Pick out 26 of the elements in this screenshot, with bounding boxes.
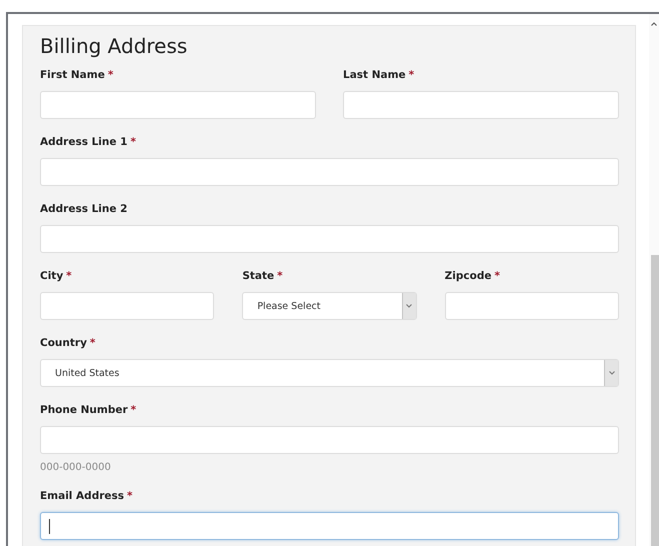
- field-label: Zipcode *: [444, 270, 501, 284]
- scrollbar[interactable]: [649, 14, 659, 546]
- field-hint: 000-000-0000: [40, 462, 112, 473]
- caret-icon: [608, 371, 614, 375]
- field-label: Phone Number *: [40, 404, 138, 418]
- field-label: City *: [40, 270, 73, 284]
- input-field[interactable]: [40, 512, 619, 540]
- field-label: First Name *: [40, 69, 114, 83]
- field-label: Email Address *: [40, 490, 134, 504]
- input-field[interactable]: [444, 292, 619, 320]
- select-field[interactable]: Please Select: [242, 292, 417, 320]
- field-label: Address Line 2: [40, 203, 128, 217]
- input-field[interactable]: [40, 225, 619, 253]
- field-label: State *: [242, 270, 284, 284]
- field-label: Address Line 1 *: [40, 136, 137, 150]
- input-field[interactable]: [40, 91, 316, 119]
- input-field[interactable]: [343, 91, 619, 119]
- form-title: Billing Address: [40, 34, 188, 58]
- input-field[interactable]: [40, 426, 619, 454]
- input-field[interactable]: [40, 158, 619, 186]
- input-field[interactable]: [40, 292, 214, 320]
- field-label: Country *: [40, 337, 96, 351]
- caret-icon: [406, 304, 412, 308]
- field-label: Last Name *: [343, 69, 416, 83]
- select-field[interactable]: United States: [40, 359, 619, 387]
- scroll-up-icon[interactable]: [651, 22, 657, 26]
